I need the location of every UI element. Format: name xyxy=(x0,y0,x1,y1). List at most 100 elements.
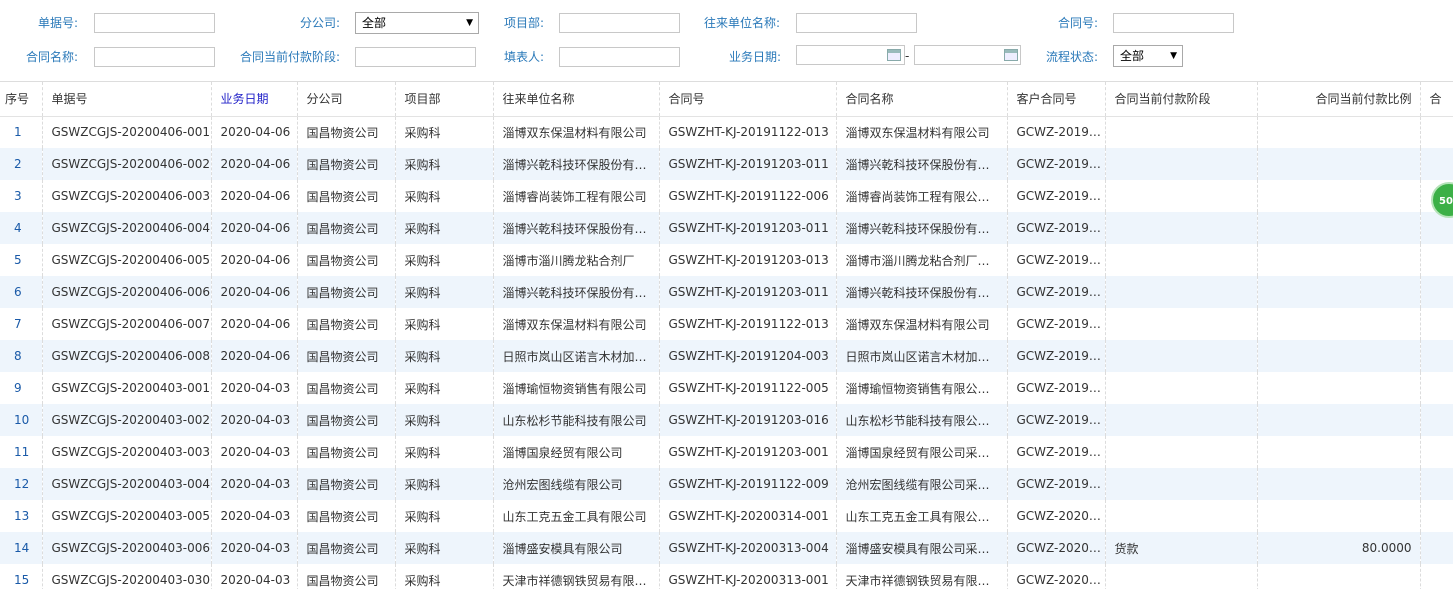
table-row[interactable]: 8 GSWZCGJS-20200406-008 2020-04-06 国昌物资公司 采购… xyxy=(0,340,1453,372)
cell-seq: 8 xyxy=(0,340,43,372)
table-row[interactable]: 4 GSWZCGJS-20200406-004 2020-04-06 国昌物资公司 采购… xyxy=(0,212,1453,244)
col-bill-no[interactable]: 单据号 xyxy=(42,82,212,117)
cell-contract-name: 天津市祥德钢铁贸易有限… xyxy=(836,564,1008,589)
project-input[interactable] xyxy=(559,13,680,33)
cell-project: 采购科 xyxy=(395,564,494,589)
cell-project: 采购科 xyxy=(395,468,494,500)
cell-partner: 淄博盛安模具有限公司 xyxy=(493,532,660,564)
cell-contract-no: GSWZHT-KJ-20200313-004 xyxy=(659,532,837,564)
table-row[interactable]: 9 GSWZCGJS-20200403-001 2020-04-03 国昌物资公司 采购… xyxy=(0,372,1453,404)
table-row[interactable]: 13 GSWZCGJS-20200403-005 2020-04-03 国昌物资公司采… xyxy=(0,500,1453,532)
cell-branch: 国昌物资公司 xyxy=(297,244,396,276)
col-pay-stage[interactable]: 合同当前付款阶段 xyxy=(1105,82,1258,117)
cell-biz-date: 2020-04-06 xyxy=(211,308,298,340)
pay-stage-label: 合同当前付款阶段: xyxy=(240,50,341,64)
cell-branch: 国昌物资公司 xyxy=(297,468,396,500)
cell-contract-no: GSWZHT-KJ-20191203-001 xyxy=(659,436,837,468)
table-row[interactable]: 11 GSWZCGJS-20200403-003 2020-04-03 国昌物资公司采… xyxy=(0,436,1453,468)
cell-more xyxy=(1420,436,1453,468)
filter-panel: 单据号: 分公司: 全部 ▼ 项目部: 往来单位名称: 合同号: 合同名称: 合… xyxy=(0,0,1453,80)
contract-no-label: 合同号: xyxy=(1058,16,1099,30)
bill-no-input[interactable] xyxy=(94,13,215,33)
cell-seq: 11 xyxy=(0,436,43,468)
project-label: 项目部: xyxy=(504,16,545,30)
partner-label: 往来单位名称: xyxy=(704,16,781,30)
cell-more xyxy=(1420,148,1453,180)
cell-seq: 9 xyxy=(0,372,43,404)
col-project[interactable]: 项目部 xyxy=(395,82,494,117)
branch-label: 分公司: xyxy=(300,16,341,30)
cell-customer-contract-no: GCWZ-2019… xyxy=(1007,340,1106,372)
cell-seq: 5 xyxy=(0,244,43,276)
cell-partner: 淄博国泉经贸有限公司 xyxy=(493,436,660,468)
table-row[interactable]: 1 GSWZCGJS-20200406-001 2020-04-06 国昌物资公司 采购… xyxy=(0,116,1453,148)
table-row[interactable]: 7 GSWZCGJS-20200406-007 2020-04-06 国昌物资公司 采购… xyxy=(0,308,1453,340)
cell-bill-no: GSWZCGJS-20200406-005 xyxy=(42,244,212,276)
cell-bill-no: GSWZCGJS-20200403-030 xyxy=(42,564,212,589)
cell-pay-ratio xyxy=(1257,436,1421,468)
cell-project: 采购科 xyxy=(395,148,494,180)
cell-branch: 国昌物资公司 xyxy=(297,180,396,212)
biz-date-label: 业务日期: xyxy=(729,50,782,64)
cell-bill-no: GSWZCGJS-20200403-002 xyxy=(42,404,212,436)
cell-branch: 国昌物资公司 xyxy=(297,532,396,564)
cell-pay-ratio xyxy=(1257,276,1421,308)
partner-input[interactable] xyxy=(796,13,917,33)
col-biz-date[interactable]: 业务日期 xyxy=(211,82,298,117)
cell-pay-ratio xyxy=(1257,500,1421,532)
cell-pay-ratio xyxy=(1257,308,1421,340)
cell-partner: 淄博兴乾科技环保股份有… xyxy=(493,212,660,244)
cell-more xyxy=(1420,532,1453,564)
table-row[interactable]: 10 GSWZCGJS-20200403-002 2020-04-03 国昌物资公司采… xyxy=(0,404,1453,436)
col-customer-contract-no[interactable]: 客户合同号 xyxy=(1007,82,1106,117)
cell-customer-contract-no: GCWZ-2019… xyxy=(1007,148,1106,180)
cell-contract-no: GSWZHT-KJ-20200314-001 xyxy=(659,500,837,532)
cell-project: 采购科 xyxy=(395,500,494,532)
col-pay-ratio[interactable]: 合同当前付款比例 xyxy=(1257,82,1421,117)
table-row[interactable]: 15 GSWZCGJS-20200403-030 2020-04-03 国昌物资公司采… xyxy=(0,564,1453,589)
pay-stage-input[interactable] xyxy=(355,47,476,67)
cell-more xyxy=(1420,244,1453,276)
cell-bill-no: GSWZCGJS-20200403-001 xyxy=(42,372,212,404)
cell-biz-date: 2020-04-06 xyxy=(211,340,298,372)
cell-bill-no: GSWZCGJS-20200406-002 xyxy=(42,148,212,180)
cell-project: 采购科 xyxy=(395,372,494,404)
table-row[interactable]: 2 GSWZCGJS-20200406-002 2020-04-06 国昌物资公司 采购… xyxy=(0,148,1453,180)
contract-name-input[interactable] xyxy=(94,47,215,67)
cell-branch: 国昌物资公司 xyxy=(297,564,396,589)
cell-branch: 国昌物资公司 xyxy=(297,308,396,340)
flow-select[interactable]: 全部 ▼ xyxy=(1113,45,1183,67)
cell-branch: 国昌物资公司 xyxy=(297,404,396,436)
col-contract-no[interactable]: 合同号 xyxy=(659,82,837,117)
calendar-icon[interactable] xyxy=(1004,49,1018,61)
col-branch[interactable]: 分公司 xyxy=(297,82,396,117)
table-row[interactable]: 14 GSWZCGJS-20200403-006 2020-04-03 国昌物资公司采… xyxy=(0,532,1453,564)
table-row[interactable]: 12 GSWZCGJS-20200403-004 2020-04-03 国昌物资公司采… xyxy=(0,468,1453,500)
cell-partner: 淄博双东保温材料有限公司 xyxy=(493,116,660,148)
cell-partner: 日照市岚山区诺言木材加… xyxy=(493,340,660,372)
cell-bill-no: GSWZCGJS-20200406-001 xyxy=(42,116,212,148)
col-more[interactable]: 合 xyxy=(1420,82,1453,117)
col-seq[interactable]: 序号 xyxy=(0,82,43,117)
cell-contract-name: 山东松杉节能科技有限公… xyxy=(836,404,1008,436)
cell-pay-ratio xyxy=(1257,372,1421,404)
cell-project: 采购科 xyxy=(395,308,494,340)
col-contract-name[interactable]: 合同名称 xyxy=(836,82,1008,117)
cell-biz-date: 2020-04-03 xyxy=(211,532,298,564)
cell-project: 采购科 xyxy=(395,180,494,212)
cell-biz-date: 2020-04-06 xyxy=(211,212,298,244)
table-header-row: 序号 单据号 业务日期 分公司 项目部 往来单位名称 合同号 合同名称 客户合同… xyxy=(0,82,1453,117)
calendar-icon[interactable] xyxy=(887,49,901,61)
cell-more xyxy=(1420,500,1453,532)
filler-input[interactable] xyxy=(559,47,680,67)
cell-partner: 淄博瑜恒物资销售有限公司 xyxy=(493,372,660,404)
contract-no-input[interactable] xyxy=(1113,13,1234,33)
branch-select[interactable]: 全部 ▼ xyxy=(355,12,479,34)
cell-pay-stage xyxy=(1105,500,1258,532)
table-row[interactable]: 5 GSWZCGJS-20200406-005 2020-04-06 国昌物资公司 采购… xyxy=(0,244,1453,276)
table-row[interactable]: 6 GSWZCGJS-20200406-006 2020-04-06 国昌物资公司 采购… xyxy=(0,276,1453,308)
cell-bill-no: GSWZCGJS-20200403-006 xyxy=(42,532,212,564)
data-grid: 序号 单据号 业务日期 分公司 项目部 往来单位名称 合同号 合同名称 客户合同… xyxy=(0,81,1453,589)
col-partner[interactable]: 往来单位名称 xyxy=(493,82,660,117)
table-row[interactable]: 3 GSWZCGJS-20200406-003 2020-04-06 国昌物资公司 采购… xyxy=(0,180,1453,212)
